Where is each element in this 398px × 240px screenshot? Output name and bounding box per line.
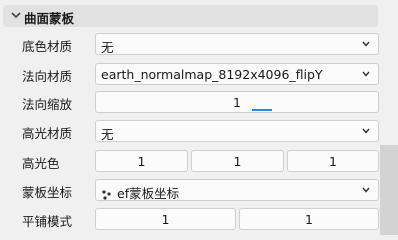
section-header-surface-mask[interactable]: 曲面蒙板 <box>3 5 378 27</box>
specular-color-label: 高光色 <box>22 156 60 171</box>
normal-material-value: earth_normalmap_8192x4096_flipY <box>101 67 323 82</box>
dropdown-arrow-icon <box>362 41 370 47</box>
section-title: 曲面蒙板 <box>24 11 75 26</box>
text-cursor-underline <box>252 109 272 111</box>
base-material-value: 无 <box>101 40 114 55</box>
specular-color-r-input[interactable]: 1 <box>95 150 188 172</box>
normal-scale-input[interactable]: 1 <box>95 91 379 113</box>
properties-panel: 曲面蒙板 底色材质 无 法向材质 earth_normalmap_8192x40… <box>0 0 398 235</box>
row-normal-material: 法向材质 earth_normalmap_8192x4096_flipY <box>0 63 380 85</box>
mask-coord-label: 蒙板坐标 <box>22 185 73 200</box>
row-mask-coord: 蒙板坐标 ef蒙板坐标 <box>0 179 380 201</box>
tile-mode-v-value: 1 <box>305 212 313 227</box>
row-tile-mode: 平铺模式 1 1 <box>0 208 380 230</box>
row-specular-material: 高光材质 无 <box>0 120 380 142</box>
normal-scale-label: 法向缩放 <box>22 97 73 112</box>
mask-coord-value: ef蒙板坐标 <box>117 186 180 201</box>
normal-material-label: 法向材质 <box>22 69 73 84</box>
specular-material-select[interactable]: 无 <box>95 120 379 142</box>
tile-mode-label: 平铺模式 <box>22 214 73 229</box>
row-normal-scale: 法向缩放 1 <box>0 91 380 113</box>
specular-material-value: 无 <box>101 127 114 142</box>
specular-color-b-value: 1 <box>329 154 337 169</box>
tile-mode-u-input[interactable]: 1 <box>95 208 236 230</box>
specular-color-g-value: 1 <box>233 154 242 169</box>
row-specular-color: 高光色 1 1 1 <box>0 150 380 172</box>
tile-mode-v-input[interactable]: 1 <box>239 208 379 230</box>
specular-color-r-value: 1 <box>137 154 146 169</box>
base-material-label: 底色材质 <box>22 39 73 54</box>
specular-color-b-input[interactable]: 1 <box>287 150 379 172</box>
dropdown-arrow-icon <box>362 128 370 134</box>
specular-color-g-input[interactable]: 1 <box>191 150 284 172</box>
vertical-scrollbar[interactable] <box>380 145 398 235</box>
tile-mode-u-value: 1 <box>161 212 170 227</box>
normal-material-select[interactable]: earth_normalmap_8192x4096_flipY <box>95 63 379 85</box>
dropdown-arrow-icon <box>362 71 370 77</box>
coordinate-dots-icon <box>102 189 111 200</box>
base-material-select[interactable]: 无 <box>95 33 379 55</box>
dropdown-arrow-icon <box>362 187 370 193</box>
specular-material-label: 高光材质 <box>22 126 73 141</box>
row-base-material: 底色材质 无 <box>0 33 380 55</box>
chevron-down-icon[interactable] <box>10 9 22 21</box>
mask-coord-display: ef蒙板坐标 <box>101 183 179 202</box>
normal-scale-value: 1 <box>233 95 241 110</box>
mask-coord-select[interactable]: ef蒙板坐标 <box>95 179 379 201</box>
